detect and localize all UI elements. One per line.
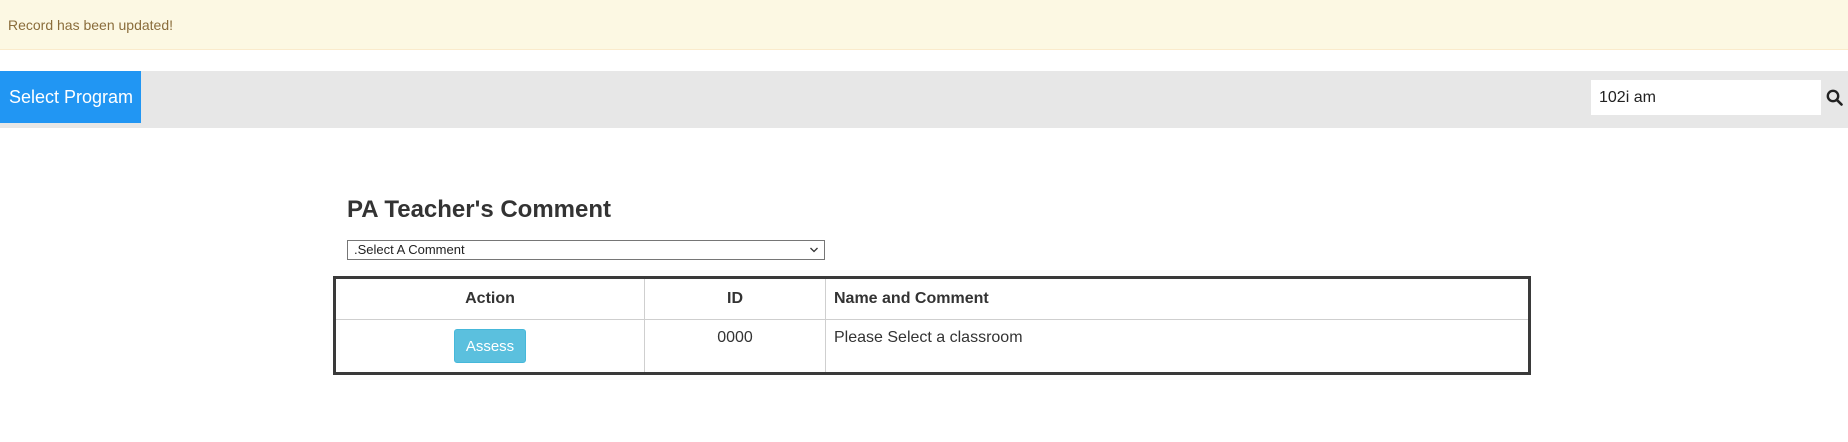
action-cell: Assess [334, 319, 645, 374]
table-row: Assess 0000 Please Select a classroom [334, 319, 1530, 374]
row-id: 0000 [717, 329, 753, 346]
comment-cell: Please Select a classroom [825, 319, 1530, 374]
table-header-row: Action ID Name and Comment [334, 277, 1530, 320]
alert-message: Record has been updated! [8, 17, 174, 33]
comment-select-value: .Select A Comment [354, 242, 465, 257]
top-navbar: Select Program [0, 71, 1848, 128]
column-header-id: ID [644, 277, 826, 320]
chevron-down-icon [809, 241, 819, 265]
search-button[interactable] [1821, 80, 1848, 115]
column-header-action: Action [334, 277, 645, 320]
id-cell: 0000 [644, 319, 826, 374]
update-alert: Record has been updated! [0, 0, 1848, 50]
assess-button[interactable]: Assess [454, 329, 526, 363]
search-input[interactable] [1591, 80, 1821, 115]
select-program-button[interactable]: Select Program [0, 71, 141, 123]
comment-select[interactable]: .Select A Comment [347, 240, 825, 260]
page-title: PA Teacher's Comment [347, 196, 611, 223]
column-header-name-comment: Name and Comment [825, 277, 1530, 320]
comments-table: Action ID Name and Comment Assess 0000 P… [333, 276, 1531, 375]
search-icon [1826, 89, 1843, 106]
row-comment: Please Select a classroom [834, 329, 1023, 346]
